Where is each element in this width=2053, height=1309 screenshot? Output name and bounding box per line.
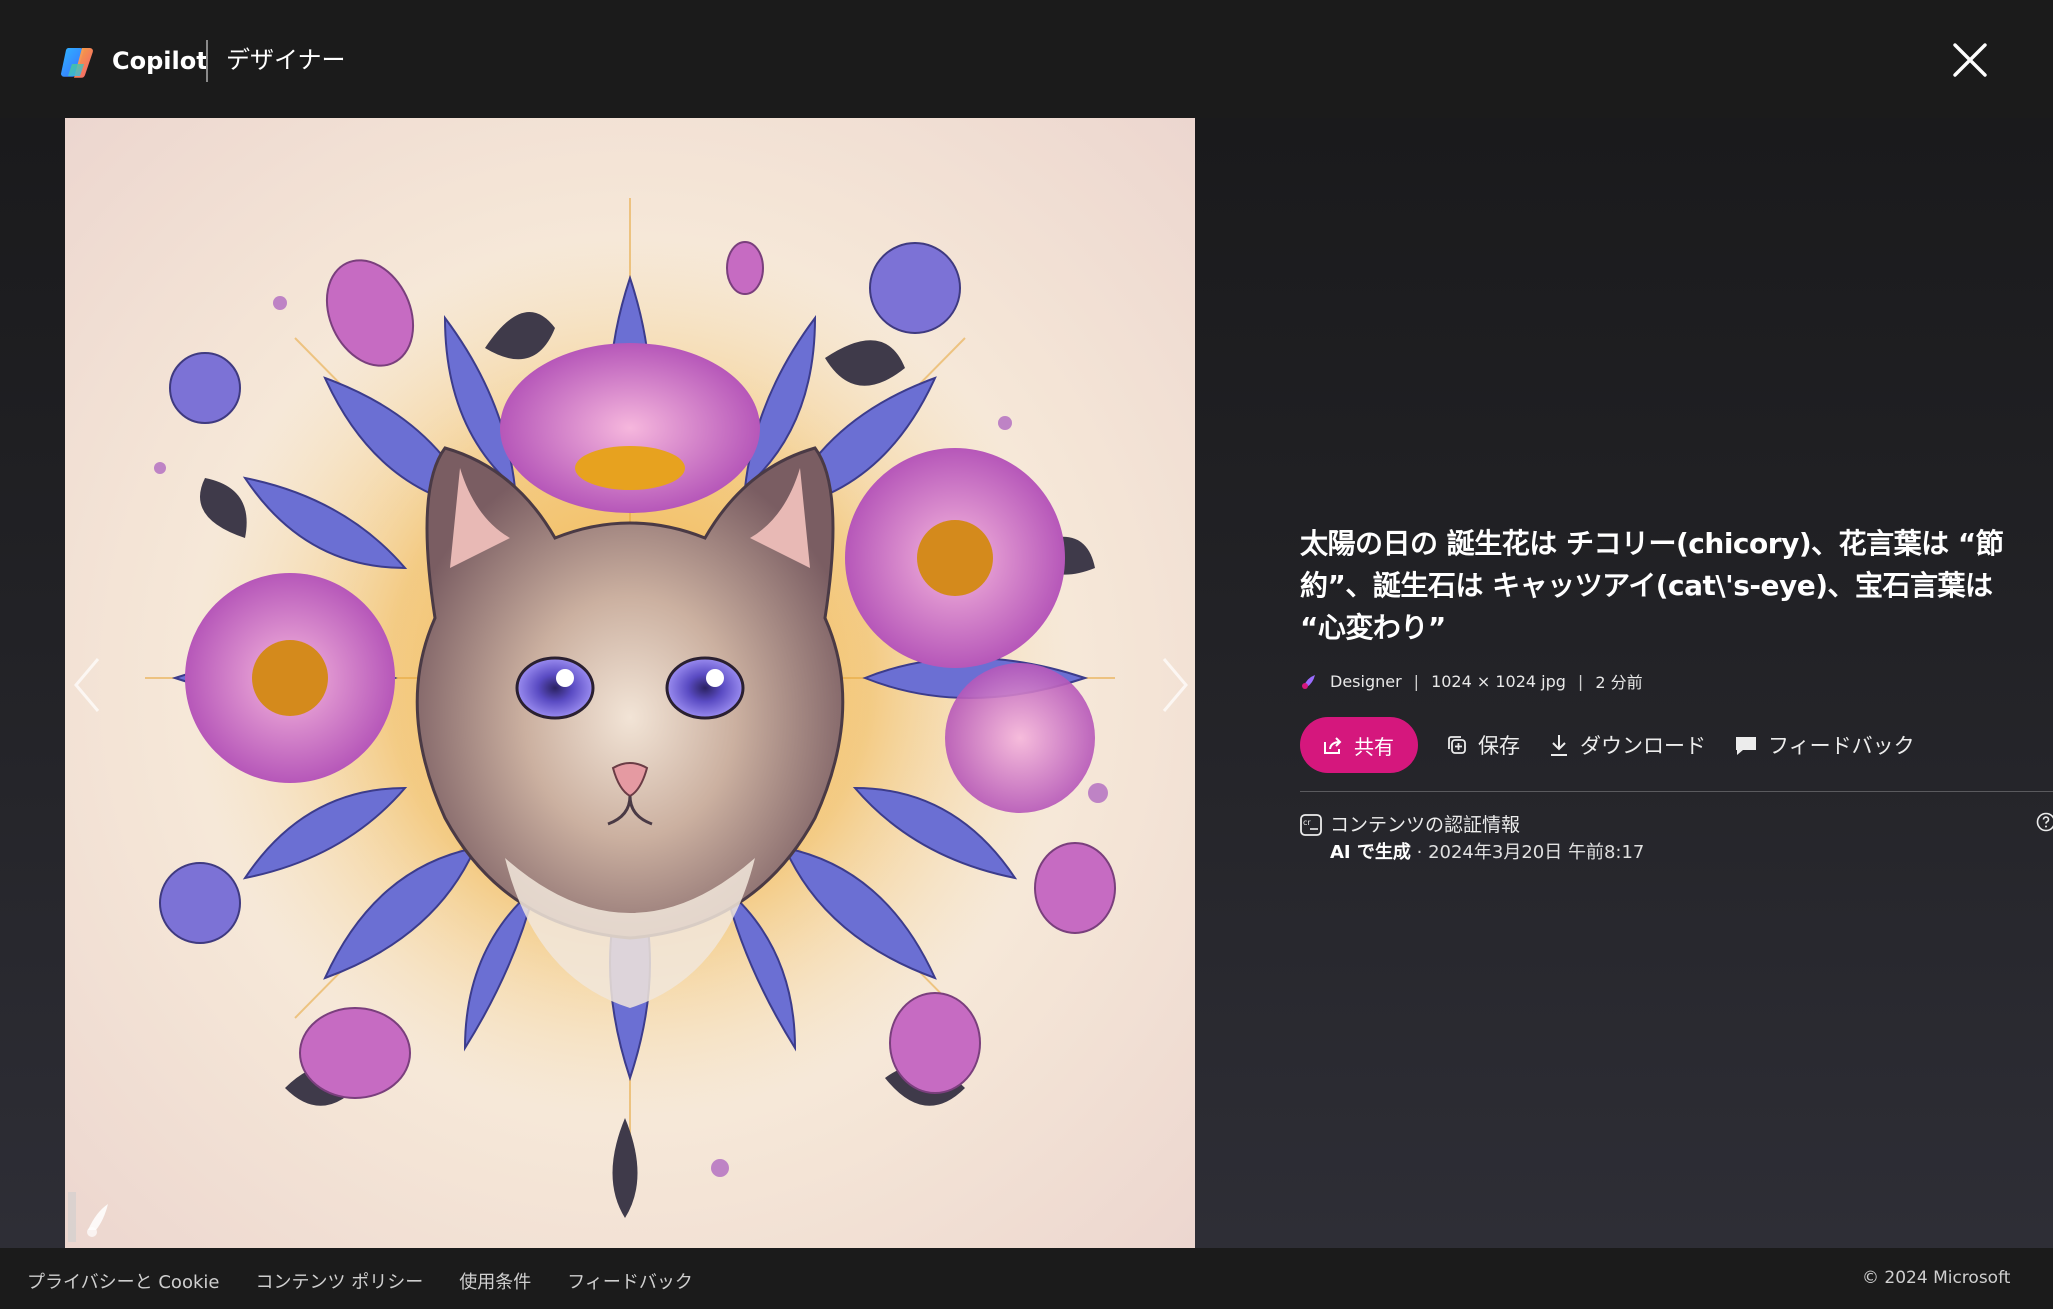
- save-collection-icon: [1448, 736, 1466, 754]
- close-icon: [1953, 43, 1987, 77]
- credentials-detail: AI で生成 · 2024年3月20日 午前8:17: [1330, 838, 1644, 864]
- download-icon: [1551, 735, 1567, 756]
- share-label: 共有: [1354, 734, 1394, 759]
- ai-generated-label: AI で生成: [1330, 842, 1411, 863]
- header-divider: [206, 40, 208, 82]
- share-icon: [1324, 737, 1342, 754]
- content-credentials: cr コンテンツの認証情報 AI で生成 · 2024年3月20日 午前8:17: [1300, 810, 2053, 870]
- top-bar: Copilot デザイナー: [0, 0, 2053, 118]
- footer: プライバシーと Cookie コンテンツ ポリシー 使用条件 フィードバック ©…: [0, 1248, 2053, 1309]
- footer-links: プライバシーと Cookie コンテンツ ポリシー 使用条件 フィードバック: [27, 1268, 729, 1294]
- copyright: © 2024 Microsoft: [1862, 1268, 2011, 1288]
- copilot-logo-icon[interactable]: [60, 44, 98, 80]
- image-meta: Designer | 1024 × 1024 jpg | 2 分前: [1300, 669, 2040, 693]
- action-bar: 共有 保存 ダウンロード フィードバック: [1300, 717, 2040, 773]
- section-divider: [1300, 791, 2053, 792]
- share-button[interactable]: 共有: [1300, 717, 1418, 773]
- save-button[interactable]: 保存: [1446, 730, 1520, 760]
- generated-date: · 2024年3月20日 午前8:17: [1410, 842, 1645, 863]
- download-button[interactable]: ダウンロード: [1548, 730, 1706, 760]
- download-label: ダウンロード: [1580, 734, 1706, 758]
- brand-name[interactable]: Copilot: [112, 45, 208, 77]
- feedback-label: フィードバック: [1768, 734, 1915, 758]
- close-button[interactable]: [1944, 34, 1996, 86]
- save-label: 保存: [1478, 734, 1520, 758]
- footer-link-feedback[interactable]: フィードバック: [567, 1268, 693, 1294]
- meta-source: Designer: [1330, 671, 1402, 691]
- feedback-button[interactable]: フィードバック: [1734, 730, 1915, 760]
- credentials-title: コンテンツの認証情報: [1330, 814, 1521, 836]
- help-icon[interactable]: [2036, 812, 2053, 832]
- designer-icon: [1302, 675, 1315, 689]
- content-credentials-icon: cr: [1300, 814, 1322, 836]
- meta-separator: |: [1577, 671, 1584, 691]
- feedback-icon: [1736, 737, 1756, 755]
- svg-text:cr: cr: [1303, 818, 1311, 827]
- image-title: 太陽の日の 誕生花は チコリー(chicory)、花言葉は “節約”、誕生石は …: [1300, 527, 2004, 644]
- next-image-button[interactable]: [1150, 640, 1200, 730]
- previous-image-button[interactable]: [62, 640, 112, 730]
- meta-time: 2 分前: [1595, 673, 1643, 692]
- footer-link-content-policy[interactable]: コンテンツ ポリシー: [255, 1268, 423, 1294]
- content-credentials-watermark-icon: [68, 1192, 112, 1242]
- meta-separator: |: [1413, 671, 1420, 691]
- footer-link-privacy[interactable]: プライバシーと Cookie: [27, 1268, 219, 1294]
- chevron-left-icon: [74, 658, 100, 712]
- image-details-panel: 太陽の日の 誕生花は チコリー(chicory)、花言葉は “節約”、誕生石は …: [1300, 523, 2053, 870]
- section-label[interactable]: デザイナー: [226, 44, 346, 76]
- footer-link-terms[interactable]: 使用条件: [459, 1268, 531, 1294]
- chevron-right-icon: [1162, 658, 1188, 712]
- generated-image[interactable]: [65, 118, 1195, 1248]
- meta-dimensions: 1024 × 1024 jpg: [1431, 671, 1566, 691]
